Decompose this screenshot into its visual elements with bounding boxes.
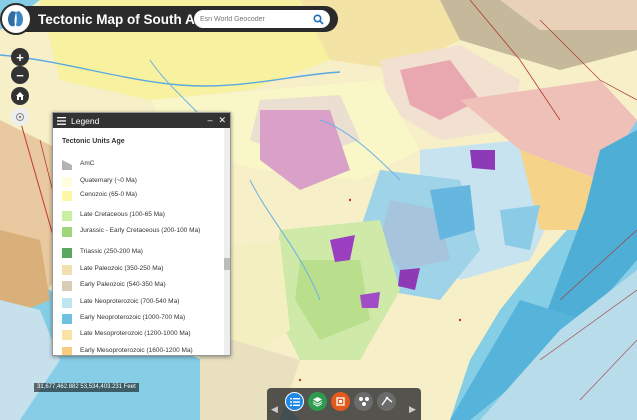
legend-item-label: Late Neoproterozoic (700-540 Ma)	[80, 298, 180, 305]
layers-widget-button[interactable]	[308, 392, 327, 411]
analysis-widget-button[interactable]	[354, 392, 373, 411]
locate-button[interactable]	[11, 108, 29, 126]
legend-item-label: AmC	[80, 160, 95, 167]
legend-item: AmC	[62, 160, 222, 170]
legend-item-label: Quaternary (~0 Ma)	[80, 177, 137, 184]
legend-scroll-thumb[interactable]	[224, 258, 230, 270]
search-icon	[312, 13, 324, 25]
legend-swatch	[62, 347, 72, 355]
legend-panel: Legend – ✕ Tectonic Units Age AmC Quatern…	[52, 112, 231, 356]
legend-swatch	[62, 248, 72, 258]
legend-heading: Tectonic Units Age	[62, 138, 125, 145]
app-logo-icon	[0, 3, 32, 35]
toolbar-next-icon[interactable]: ▶	[409, 404, 416, 415]
basemap-widget-button[interactable]	[331, 392, 350, 411]
legend-item-label: Early Neoproterozoic (1000-700 Ma)	[80, 314, 186, 321]
legend-widget-button[interactable]	[285, 392, 304, 411]
legend-item-label: Early Paleozoic (540-350 Ma)	[80, 281, 166, 288]
legend-swatch	[62, 265, 72, 275]
legend-item-label: Jurassic - Early Cretaceous (200-100 Ma)	[80, 227, 201, 234]
home-button[interactable]	[11, 87, 29, 105]
legend-swatch	[62, 191, 72, 201]
legend-swatch	[62, 160, 72, 170]
close-icon[interactable]: ✕	[218, 115, 226, 126]
legend-scrollbar[interactable]	[224, 128, 230, 355]
toolbar-prev-icon[interactable]: ◀	[271, 404, 278, 415]
legend-item: Cenozoic (65-0 Ma)	[62, 191, 222, 201]
measure-widget-button[interactable]	[377, 392, 396, 411]
zoom-in-button[interactable]: +	[11, 48, 29, 66]
legend-item-label: Late Paleozoic (350-250 Ma)	[80, 265, 164, 272]
legend-item: Late Neoproterozoic (700-540 Ma)	[62, 298, 222, 308]
legend-item: Early Mesoproterozoic (1600-1200 Ma)	[62, 347, 222, 355]
legend-titlebar[interactable]: Legend – ✕	[53, 113, 230, 128]
search-input[interactable]	[200, 15, 308, 23]
legend-item-label: Cenozoic (65-0 Ma)	[80, 191, 138, 198]
legend-item: Early Paleozoic (540-350 Ma)	[62, 281, 222, 291]
legend-item: Late Mesoproterozoic (1200-1000 Ma)	[62, 330, 222, 340]
legend-item: Quaternary (~0 Ma)	[62, 177, 222, 187]
legend-swatch	[62, 177, 72, 187]
share-icon	[358, 397, 369, 406]
search-button[interactable]	[309, 10, 327, 28]
layers-icon	[312, 397, 323, 407]
legend-item: Early Neoproterozoic (1000-700 Ma)	[62, 314, 222, 324]
legend-swatch	[62, 330, 72, 340]
measure-icon	[380, 396, 392, 406]
coordinates-readout: 31,677,462.882 53,534,403.231 Feet	[34, 383, 139, 392]
legend-content[interactable]: Tectonic Units Age AmC Quaternary (~0 Ma)…	[53, 128, 230, 355]
legend-item: Late Paleozoic (350-250 Ma)	[62, 265, 222, 275]
legend-item-label: Triassic (250-200 Ma)	[80, 248, 143, 255]
legend-swatch	[62, 211, 72, 221]
legend-item: Jurassic - Early Cretaceous (200-100 Ma)	[62, 227, 222, 237]
app-header: Tectonic Map of South America	[0, 3, 338, 35]
zoom-out-button[interactable]: −	[11, 66, 29, 84]
legend-item-label: Late Mesoproterozoic (1200-1000 Ma)	[80, 330, 191, 337]
legend-swatch	[62, 281, 72, 291]
locate-icon	[16, 113, 24, 121]
minimize-icon[interactable]: –	[207, 115, 212, 126]
list-icon	[289, 397, 300, 406]
legend-swatch	[62, 314, 72, 324]
bottom-toolbar: ◀ ▶	[267, 388, 421, 420]
legend-item-label: Early Mesoproterozoic (1600-1200 Ma)	[80, 347, 193, 354]
legend-item-label: Late Cretaceous (100-65 Ma)	[80, 211, 165, 218]
legend-title: Legend	[71, 115, 100, 126]
search-box[interactable]	[194, 10, 330, 28]
legend-item: Triassic (250-200 Ma)	[62, 248, 222, 258]
legend-list-icon	[57, 116, 66, 125]
home-icon	[16, 92, 24, 100]
legend-swatch	[62, 227, 72, 237]
legend-item: Late Cretaceous (100-65 Ma)	[62, 211, 222, 221]
basemap-icon	[336, 397, 345, 406]
legend-swatch	[62, 298, 72, 308]
